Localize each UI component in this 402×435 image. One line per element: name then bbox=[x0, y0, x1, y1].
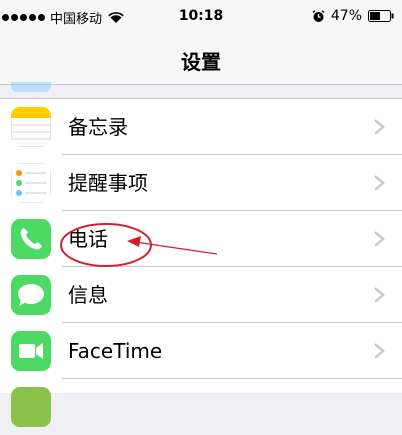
settings-row-phone[interactable]: 电话 bbox=[0, 211, 402, 267]
battery-icon bbox=[368, 10, 394, 22]
phone-icon bbox=[11, 219, 51, 259]
row-label: 备忘录 bbox=[68, 115, 128, 139]
maps-icon bbox=[11, 387, 51, 427]
chevron-right-icon bbox=[374, 175, 385, 191]
row-label: 信息 bbox=[68, 283, 108, 307]
settings-row-notes[interactable]: 备忘录 bbox=[0, 99, 402, 155]
messages-icon bbox=[11, 275, 51, 315]
nav-bar: 设置 bbox=[0, 34, 402, 85]
notes-icon bbox=[11, 107, 51, 147]
status-right: 47% bbox=[312, 8, 394, 24]
page-title: 设置 bbox=[181, 50, 221, 74]
row-label: FaceTime bbox=[68, 339, 163, 363]
alarm-icon bbox=[312, 9, 325, 22]
settings-row-partial[interactable] bbox=[0, 379, 402, 435]
row-label: 电话 bbox=[68, 227, 108, 251]
status-bar: 中国移动 10:18 47% bbox=[0, 0, 402, 34]
chevron-right-icon bbox=[374, 287, 385, 303]
settings-row-reminders[interactable]: 提醒事项 bbox=[0, 155, 402, 211]
chevron-right-icon bbox=[374, 343, 385, 359]
row-label: 提醒事项 bbox=[68, 171, 148, 195]
settings-row-facetime[interactable]: FaceTime bbox=[0, 323, 402, 379]
settings-row-messages[interactable]: 信息 bbox=[0, 267, 402, 323]
chevron-right-icon bbox=[374, 231, 385, 247]
settings-list: 备忘录 提醒事项 电话 信息 FaceTime bbox=[0, 98, 402, 427]
facetime-icon bbox=[11, 331, 51, 371]
partial-row-icon bbox=[11, 82, 51, 92]
chevron-right-icon bbox=[374, 119, 385, 135]
reminders-icon bbox=[11, 163, 51, 203]
battery-percent: 47% bbox=[330, 8, 362, 24]
